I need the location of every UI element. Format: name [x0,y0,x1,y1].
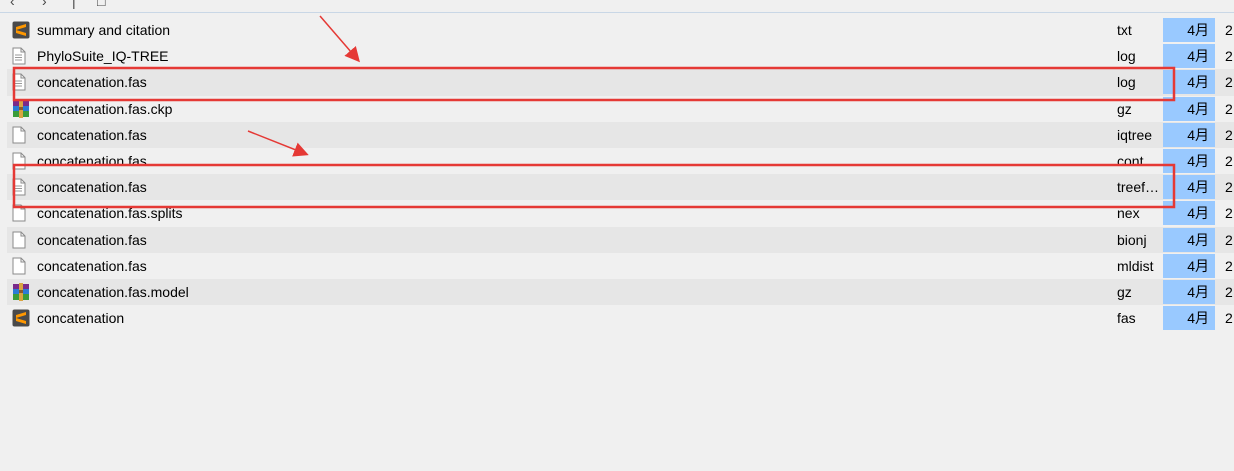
file-date: 4月 [1163,122,1215,147]
file-name: concatenation.fas.ckp [37,100,173,117]
file-date-truncated: 2 [1225,283,1233,300]
file-date: 4月 [1163,44,1215,69]
file-type: gz [1117,283,1132,300]
file-row[interactable]: concatenation.fas.model gz 4月 2 [7,278,1234,306]
file-date-truncated: 2 [1225,179,1233,196]
back-arrow-icon[interactable]: ‹ [10,0,15,8]
file-date-truncated: 2 [1225,257,1233,274]
file-date: 4月 [1163,175,1215,200]
file-date-truncated: 2 [1225,126,1233,143]
file-row[interactable]: concatenation.fas log 4月 2 [7,69,1234,96]
file-name: concatenation.fas.model [37,283,189,300]
file-date-truncated: 2 [1225,74,1233,91]
file-date-truncated: 2 [1225,100,1233,117]
file-row[interactable]: PhyloSuite_IQ-TREE log 4月 2 [7,43,1234,69]
blank-file-icon [12,152,30,170]
file-date-truncated: 2 [1225,22,1233,38]
file-type: iqtree [1117,126,1153,143]
file-name: concatenation.fas [37,126,147,143]
file-date-truncated: 2 [1225,152,1233,169]
file-type: bionj [1117,231,1147,248]
file-date: 4月 [1163,253,1215,278]
file-name: concatenation.fas [37,74,147,91]
file-row[interactable]: concatenation fas 4月 2 [7,305,1234,331]
file-date-truncated: 2 [1225,48,1233,65]
file-date-truncated: 2 [1225,205,1233,222]
file-date: 4月 [1163,18,1215,42]
file-name: concatenation.fas [37,152,147,169]
file-type: mldist [1117,257,1154,274]
file-name: concatenation.fas [37,179,147,196]
file-name: concatenation.fas [37,231,147,248]
file-name: PhyloSuite_IQ-TREE [37,48,169,65]
file-row[interactable]: concatenation.fas treef… 4月 2 [7,174,1234,201]
sublime-text-icon [12,309,30,327]
file-date: 4月 [1163,227,1215,252]
file-date: 4月 [1163,148,1215,173]
file-row[interactable]: concatenation.fas cont 4月 2 [7,148,1234,174]
file-date-truncated: 2 [1225,310,1233,327]
file-name: concatenation.fas.splits [37,205,183,222]
file-type: txt [1117,22,1132,38]
file-list: summary and citation txt 4月 2 PhyloSuite_IQ-… [7,17,1234,331]
file-date: 4月 [1163,279,1215,304]
file-row[interactable]: concatenation.fas iqtree 4月 2 [7,121,1234,148]
winrar-archive-icon [12,282,30,301]
file-row[interactable]: concatenation.fas mldist 4月 2 [7,253,1234,279]
file-date-truncated: 2 [1225,231,1233,248]
text-file-icon [12,47,30,65]
forward-arrow-icon[interactable]: › [42,0,47,8]
file-type: gz [1117,100,1132,117]
file-date: 4月 [1163,70,1215,95]
file-date: 4月 [1163,306,1215,331]
file-row[interactable]: summary and citation txt 4月 2 [7,17,1234,43]
file-date: 4月 [1163,201,1215,226]
file-name: concatenation [37,310,125,327]
file-date: 4月 [1163,96,1215,121]
navigation-toolbar: ‹ › | □ [0,0,1234,13]
sublime-text-icon [12,21,30,39]
file-type: treef… [1117,179,1160,196]
separator-icon: | [72,0,76,9]
blank-file-icon [12,257,30,275]
file-name: summary and citation [37,22,171,38]
view-toggle-icon[interactable]: □ [97,0,105,8]
winrar-archive-icon [12,99,30,118]
file-row[interactable]: concatenation.fas.splits nex 4月 2 [7,200,1234,226]
file-row[interactable]: concatenation.fas.ckp gz 4月 2 [7,96,1234,122]
file-name: concatenation.fas [37,257,147,274]
file-type: log [1117,74,1136,91]
text-file-icon [12,178,30,196]
file-row[interactable]: concatenation.fas bionj 4月 2 [7,226,1234,253]
file-type: log [1117,48,1136,65]
file-type: cont [1117,152,1144,169]
blank-file-icon [12,231,30,249]
blank-file-icon [12,126,30,144]
file-type: nex [1117,205,1140,222]
text-file-icon [12,73,30,91]
file-type: fas [1117,310,1136,327]
blank-file-icon [12,204,30,222]
